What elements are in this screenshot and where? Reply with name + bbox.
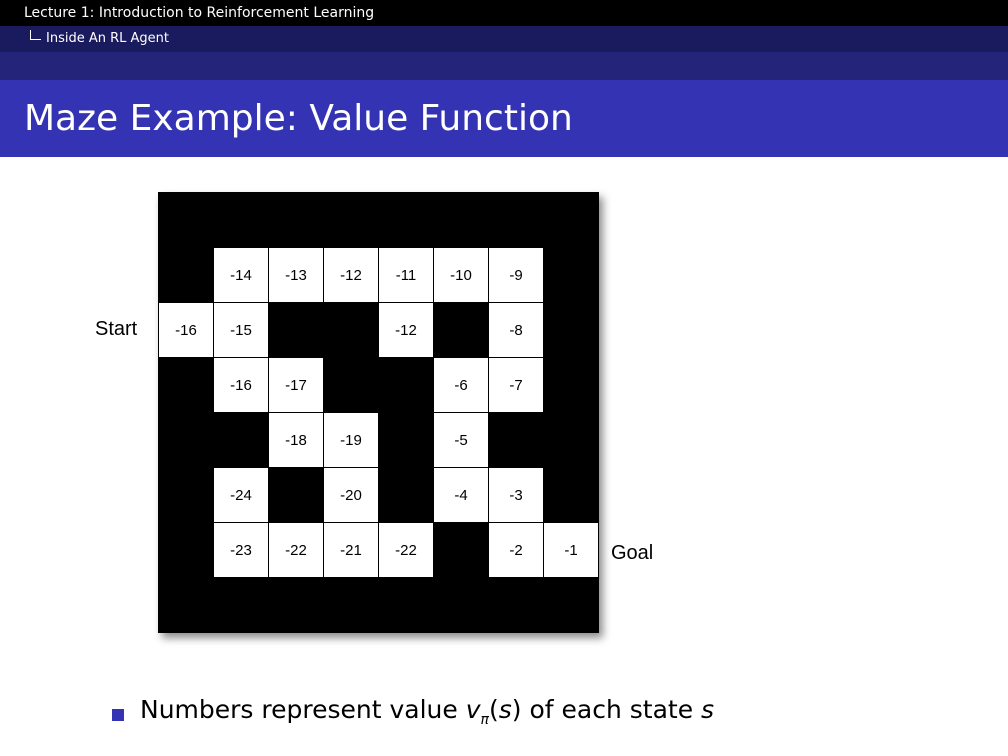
maze-cell: -19	[323, 412, 379, 468]
maze-cell: -14	[213, 247, 269, 303]
maze-cell: -22	[268, 522, 324, 578]
state-arg: s	[498, 695, 512, 724]
header-band	[0, 52, 1008, 80]
maze-cell: -1	[543, 522, 599, 578]
maze-cell: -13	[268, 247, 324, 303]
maze-cell: -4	[433, 467, 489, 523]
maze-cell: -16	[213, 357, 269, 413]
maze-cell: -23	[213, 522, 269, 578]
maze-cell: -15	[213, 302, 269, 358]
maze-cell: -22	[378, 522, 434, 578]
close-paren: )	[511, 695, 522, 724]
maze-cell: -18	[268, 412, 324, 468]
maze-cell: -12	[323, 247, 379, 303]
maze-cell: -20	[323, 467, 379, 523]
maze-cell: -16	[158, 302, 214, 358]
start-label: Start	[95, 318, 138, 340]
maze-cell: -21	[323, 522, 379, 578]
lecture-header: Lecture 1: Introduction to Reinforcement…	[0, 0, 1008, 26]
maze-cell: -11	[378, 247, 434, 303]
open-paren: (	[488, 695, 499, 724]
section-header: Inside An RL Agent	[0, 26, 1008, 52]
maze-cell: -2	[488, 522, 544, 578]
maze-cell: -5	[433, 412, 489, 468]
subsection-corner-icon	[30, 30, 41, 40]
bullet-prefix: Numbers represent value	[140, 695, 466, 724]
maze-cell: -9	[488, 247, 544, 303]
maze-grid: -14 -13 -12 -11 -10 -9 -16 -15 -12 -8 -16 -17 -6 -7 -1…	[158, 192, 599, 633]
policy-symbol: π	[480, 712, 489, 728]
maze-cell: -7	[488, 357, 544, 413]
slide-title-bar: Maze Example: Value Function	[0, 80, 1008, 157]
bullet-text: Numbers represent value vπ(s) of each st…	[140, 695, 714, 728]
slide-title: Maze Example: Value Function	[24, 98, 573, 139]
bullet-middle: of each state	[521, 695, 702, 724]
maze-cell: -10	[433, 247, 489, 303]
value-symbol: v	[465, 695, 481, 724]
maze-cell: -8	[488, 302, 544, 358]
goal-label: Goal	[611, 542, 654, 564]
section-title: Inside An RL Agent	[46, 31, 169, 46]
maze-cell: -12	[378, 302, 434, 358]
maze-cell: -24	[213, 467, 269, 523]
state-symbol: s	[701, 695, 715, 724]
maze-cell: -6	[433, 357, 489, 413]
maze-cell: -17	[268, 357, 324, 413]
lecture-title: Lecture 1: Introduction to Reinforcement…	[24, 5, 375, 21]
bullet-square-icon	[112, 709, 124, 721]
maze-cell: -3	[488, 467, 544, 523]
